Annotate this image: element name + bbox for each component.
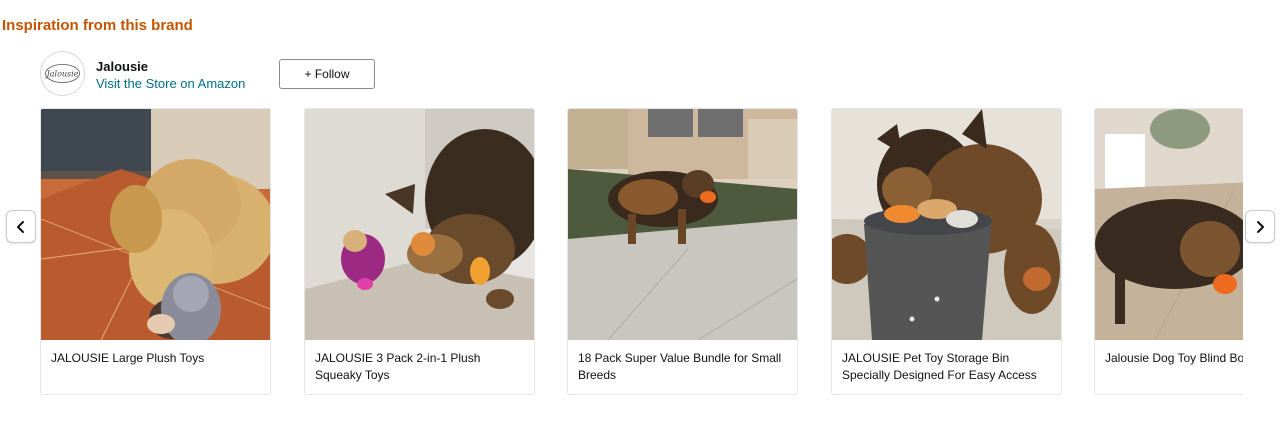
jalousie-logo-icon: Jalousie	[45, 64, 80, 83]
brand-inspiration-section: Inspiration from this brand Jalousie Jal…	[0, 0, 1280, 423]
product-image[interactable]	[832, 109, 1061, 340]
product-title[interactable]: JALOUSIE 3 Pack 2-in-1 Plush Squeaky Toy…	[315, 350, 527, 384]
brand-name: Jalousie	[96, 59, 149, 74]
section-title: Inspiration from this brand	[2, 17, 193, 34]
brand-logo[interactable]: Jalousie	[40, 51, 85, 96]
carousel-next-button[interactable]	[1245, 210, 1275, 243]
carousel-card[interactable]: JALOUSIE 3 Pack 2-in-1 Plush Squeaky Toy…	[304, 108, 535, 395]
product-title[interactable]: JALOUSIE Pet Toy Storage Bin Specially D…	[842, 350, 1054, 384]
follow-button[interactable]: + Follow	[279, 59, 375, 89]
product-title[interactable]: 18 Pack Super Value Bundle for Small Bre…	[578, 350, 790, 384]
product-title[interactable]: Jalousie Dog Toy Blind Box Toys 6 Pieces…	[1105, 350, 1243, 367]
product-title[interactable]: JALOUSIE Large Plush Toys	[51, 350, 263, 367]
product-image[interactable]	[1095, 109, 1243, 340]
carousel-card[interactable]: Jalousie Dog Toy Blind Box Toys 6 Pieces…	[1094, 108, 1243, 395]
brand-carousel: JALOUSIE Large Plush Toys JALOUSIE 3 Pac…	[40, 108, 1243, 396]
carousel-prev-button[interactable]	[6, 210, 36, 243]
chevron-right-icon	[1257, 220, 1264, 233]
carousel-card[interactable]: JALOUSIE Large Plush Toys	[40, 108, 271, 395]
follow-button-label: + Follow	[304, 67, 350, 81]
carousel-card[interactable]: JALOUSIE Pet Toy Storage Bin Specially D…	[831, 108, 1062, 395]
chevron-left-icon	[17, 220, 24, 233]
carousel-card[interactable]: 18 Pack Super Value Bundle for Small Bre…	[567, 108, 798, 395]
visit-store-link[interactable]: Visit the Store on Amazon	[96, 76, 245, 91]
product-image[interactable]	[305, 109, 534, 340]
product-image[interactable]	[568, 109, 797, 340]
brand-logo-text: Jalousie	[45, 70, 79, 79]
product-image[interactable]	[41, 109, 270, 340]
